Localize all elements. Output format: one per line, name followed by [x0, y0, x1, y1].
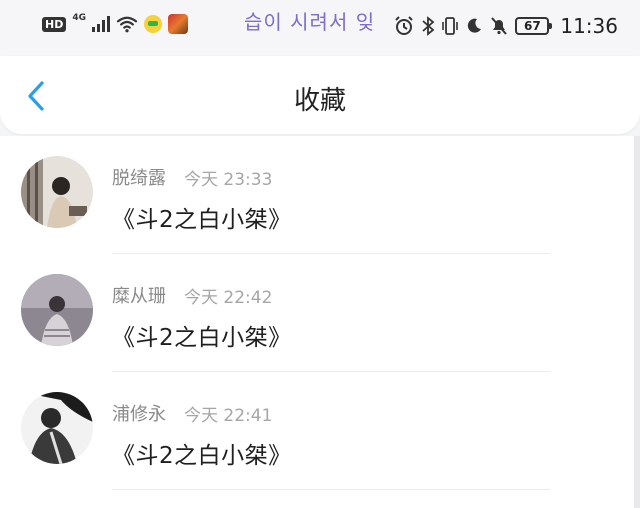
favorites-list: 脱绮露 今天 23:33 《斗2之白小桀》 糜从珊 今天 22:42 《斗2之白… [0, 136, 640, 508]
user-name: 脱绮露 [112, 168, 166, 189]
app-header: 收藏 [0, 56, 640, 134]
battery-level: 67 [524, 19, 541, 33]
mute-bell-icon [491, 17, 508, 35]
status-left: HD 4G [42, 13, 188, 34]
timestamp: 今天 22:41 [184, 405, 273, 426]
avatar[interactable] [21, 392, 93, 464]
work-title[interactable]: 《斗2之白小桀》 [112, 436, 292, 470]
wifi-icon [116, 16, 138, 33]
favorite-item[interactable]: 糜从珊 今天 22:42 《斗2之白小桀》 [0, 254, 630, 372]
page-title: 收藏 [293, 86, 346, 116]
hd-badge: HD [42, 16, 67, 32]
user-name: 浦修永 [112, 404, 166, 425]
overlay-lyrics-text: 습이 시려서 잊 [244, 10, 376, 34]
status-bar: HD 4G 습이 시려서 잊 67 11:36 [0, 0, 640, 56]
network-type: 4G [72, 13, 86, 23]
divider [112, 489, 550, 490]
timestamp: 今天 23:33 [184, 169, 273, 190]
alarm-icon [395, 16, 414, 35]
avatar[interactable] [21, 156, 93, 228]
status-right: 67 11:36 [394, 14, 618, 38]
favorite-item[interactable]: 脱绮露 今天 23:33 《斗2之白小桀》 [0, 136, 630, 254]
avatar[interactable] [21, 274, 93, 346]
timestamp: 今天 22:42 [184, 287, 273, 308]
scrollbar[interactable] [634, 136, 640, 508]
bluetooth-icon [422, 16, 435, 36]
user-name: 糜从珊 [112, 286, 166, 307]
moon-icon [468, 18, 482, 33]
work-title[interactable]: 《斗2之白小桀》 [112, 318, 292, 352]
vibrate-icon [442, 17, 459, 35]
work-title[interactable]: 《斗2之白小桀》 [112, 200, 292, 234]
signal-icon [92, 16, 110, 32]
game-app-icon [168, 14, 188, 34]
battery-icon: 67 [515, 17, 553, 35]
favorite-item[interactable]: 浦修永 今天 22:41 《斗2之白小桀》 [0, 372, 630, 490]
clock: 11:36 [560, 14, 618, 38]
notification-app-icon [144, 15, 162, 33]
